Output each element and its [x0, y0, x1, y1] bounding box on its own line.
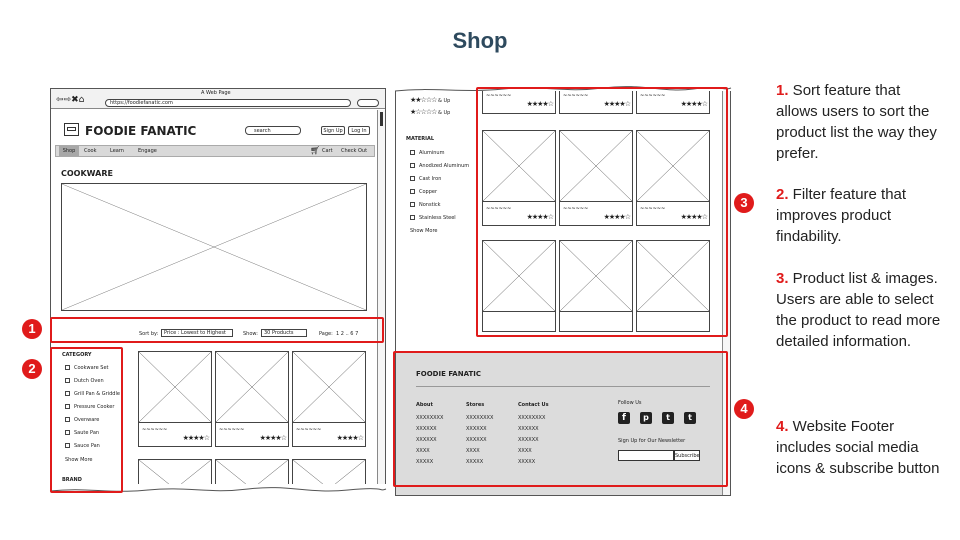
address-bar[interactable]: https://foodiefanatic.com	[105, 99, 351, 107]
cart-icon[interactable]: 🛒︎	[310, 146, 320, 155]
login-button[interactable]: Log In	[348, 126, 370, 135]
rating-filter[interactable]: ★★☆☆☆ & Up	[410, 96, 450, 104]
nav-bar: Shop Cook Learn Engage 🛒︎ Cart Check Out	[55, 145, 375, 157]
site-search-input[interactable]: search	[245, 126, 301, 135]
caption-footer: 4. Website Footer includes social media …	[776, 418, 940, 477]
browser-chrome: A Web Page ⇦⇨✖⌂ https://foodiefanatic.co…	[51, 89, 385, 109]
product-name: ~~~~~~	[142, 427, 168, 433]
badge-2: 2	[22, 359, 42, 379]
caption-filter: 2. Filter feature that improves product …	[776, 186, 907, 245]
slide-title: Shop	[452, 28, 508, 53]
browser-search-field[interactable]	[357, 99, 379, 107]
material-option[interactable]: Nonstick	[410, 202, 480, 215]
product-rating: ★★★★☆	[336, 434, 364, 442]
product-rating: ★★★★☆	[259, 434, 287, 442]
scrollbar[interactable]	[377, 110, 385, 492]
material-option[interactable]: Aluminum	[410, 150, 480, 163]
material-option[interactable]: Stainless Steel	[410, 215, 480, 228]
highlight-sort	[50, 317, 384, 343]
caption-product-list: 3. Product list & images. Users are able…	[776, 270, 941, 350]
material-option[interactable]: Cast Iron	[410, 176, 480, 189]
highlight-footer	[393, 351, 728, 487]
highlight-product-list	[476, 87, 728, 337]
material-option[interactable]: Anodized Aluminum	[410, 163, 480, 176]
caption-sort: 1. Sort feature that allows users to sor…	[776, 82, 937, 162]
product-name: ~~~~~~	[296, 427, 322, 433]
material-option[interactable]: Copper	[410, 189, 480, 202]
signup-button[interactable]: Sign Up	[321, 126, 345, 135]
product-card[interactable]: ~~~~~~ ★★★★☆	[215, 351, 289, 447]
product-card[interactable]: ~~~~~~ ★★★★☆	[138, 351, 212, 447]
material-heading: MATERIAL	[406, 136, 435, 142]
nav-cook[interactable]: Cook	[84, 148, 97, 154]
product-rating: ★★★★☆	[182, 434, 210, 442]
checkout-link[interactable]: Check Out	[341, 148, 367, 154]
product-card[interactable]: ~~~~~~ ★★★★☆	[292, 351, 366, 447]
page-heading: COOKWARE	[61, 169, 113, 178]
site-brand: FOODIE FANATIC	[85, 124, 197, 138]
product-name: ~~~~~~	[219, 427, 245, 433]
material-show-more[interactable]: Show More	[410, 228, 437, 234]
window-title: A Web Page	[201, 90, 231, 96]
rating-filter[interactable]: ★☆☆☆☆ & Up	[410, 108, 450, 116]
site-logo-icon	[64, 123, 79, 136]
badge-1: 1	[22, 319, 42, 339]
nav-engage[interactable]: Engage	[138, 148, 157, 154]
cart-link[interactable]: Cart	[322, 148, 333, 154]
nav-learn[interactable]: Learn	[110, 148, 124, 154]
hero-image	[61, 183, 367, 311]
highlight-filter	[50, 347, 123, 493]
badge-4: 4	[734, 399, 754, 419]
material-list: Aluminum Anodized Aluminum Cast Iron Cop…	[410, 150, 480, 228]
badge-3: 3	[734, 193, 754, 213]
nav-arrows-icon[interactable]: ⇦⇨✖⌂	[56, 96, 84, 105]
nav-shop[interactable]: Shop	[59, 146, 79, 156]
